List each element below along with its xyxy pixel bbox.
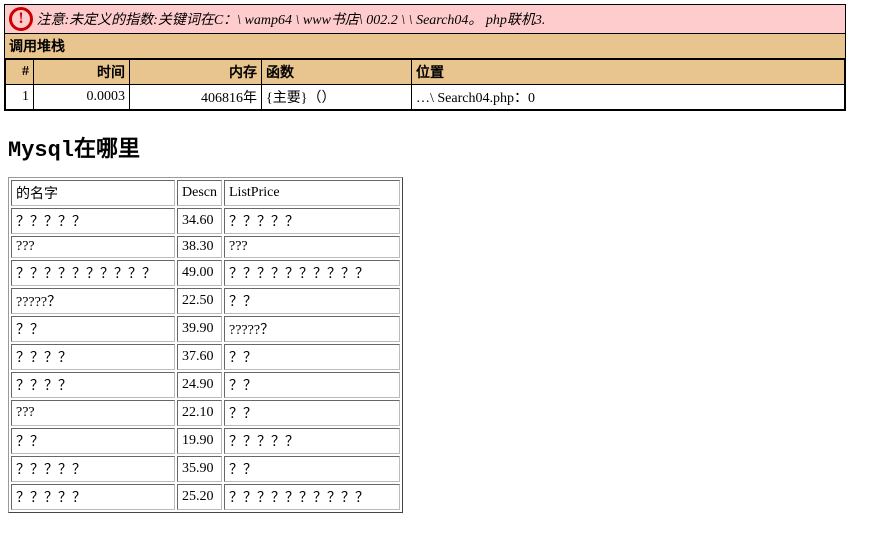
table-row: ？？19.90？？？？？ [11, 428, 400, 454]
result-cell-descn: 34.60 [177, 208, 222, 234]
result-cell-listprice: ？？？？？ [224, 208, 400, 234]
result-cell-descn: 37.60 [177, 344, 222, 370]
result-cell-descn: 25.20 [177, 484, 222, 510]
result-table: 的名字 Descn ListPrice ？？？？？34.60？？？？？???38… [8, 177, 403, 513]
result-cell-name: ??? [11, 400, 175, 426]
result-cell-listprice: ？？？？？ [224, 428, 400, 454]
call-stack-table: # 时间 内存 函数 位置 1 0.0003 406816年 {主要}（） …\… [5, 59, 845, 110]
table-row: ？？？？？25.20？？？？？？？？？？ [11, 484, 400, 510]
stack-header-mem: 内存 [130, 60, 262, 85]
result-cell-listprice: ？？？？？？？？？？ [224, 484, 400, 510]
result-cell-listprice: ？？ [224, 288, 400, 314]
result-cell-listprice: ??? [224, 236, 400, 258]
stack-cell-time: 0.0003 [34, 85, 130, 110]
result-header-name: 的名字 [11, 180, 175, 206]
table-row: ？？？？24.90？？ [11, 372, 400, 398]
page-title: Mysql在哪里 [8, 131, 878, 163]
stack-cell-func: {主要}（） [262, 85, 412, 110]
result-header-listprice: ListPrice [224, 180, 400, 206]
table-row: ???38.30??? [11, 236, 400, 258]
result-cell-descn: 35.90 [177, 456, 222, 482]
result-cell-listprice: ？？ [224, 372, 400, 398]
result-cell-listprice: ？？ [224, 456, 400, 482]
table-row: ？？？？37.60？？ [11, 344, 400, 370]
result-cell-descn: 24.90 [177, 372, 222, 398]
error-message: 注意:未定义的指数:关键词在C：\ wamp64 \ www书店\ 002.2 … [37, 13, 546, 28]
stack-header-time: 时间 [34, 60, 130, 85]
table-row: ？？39.90?????？ [11, 316, 400, 342]
table-row: ？？？？？？？？？？49.00？？？？？？？？？？ [11, 260, 400, 286]
error-header: ! 注意:未定义的指数:关键词在C：\ wamp64 \ www书店\ 002.… [5, 5, 845, 34]
result-cell-name: ？？ [11, 316, 175, 342]
stack-title: 调用堆栈 [5, 34, 845, 59]
result-cell-name: ？？？？？ [11, 456, 175, 482]
table-row: ?????？22.50？？ [11, 288, 400, 314]
result-cell-name: ?????？ [11, 288, 175, 314]
table-row: ？？？？？35.90？？ [11, 456, 400, 482]
result-cell-listprice: ？？？？？？？？？？ [224, 260, 400, 286]
stack-header-loc: 位置 [412, 60, 845, 85]
stack-cell-loc: …\ Search04.php：0 [412, 85, 845, 110]
result-cell-name: ？？？？？ [11, 484, 175, 510]
stack-header-func: 函数 [262, 60, 412, 85]
result-header-descn: Descn [177, 180, 222, 206]
result-cell-listprice: ?????？ [224, 316, 400, 342]
result-cell-name: ？？？？ [11, 372, 175, 398]
php-error-box: ! 注意:未定义的指数:关键词在C：\ wamp64 \ www书店\ 002.… [4, 4, 846, 111]
result-cell-descn: 38.30 [177, 236, 222, 258]
result-cell-descn: 49.00 [177, 260, 222, 286]
result-cell-listprice: ？？ [224, 344, 400, 370]
table-row: ???22.10？？ [11, 400, 400, 426]
error-icon: ! [9, 7, 33, 31]
result-cell-name: ？？？？？ [11, 208, 175, 234]
result-cell-descn: 39.90 [177, 316, 222, 342]
result-cell-name: ？？ [11, 428, 175, 454]
error-icon-wrap: ! [9, 7, 33, 31]
stack-cell-mem: 406816年 [130, 85, 262, 110]
stack-header-num: # [6, 60, 34, 85]
result-cell-listprice: ？？ [224, 400, 400, 426]
result-cell-name: ？？？？ [11, 344, 175, 370]
result-cell-name: ？？？？？？？？？？ [11, 260, 175, 286]
stack-row: 1 0.0003 406816年 {主要}（） …\ Search04.php：… [6, 85, 845, 110]
table-row: ？？？？？34.60？？？？？ [11, 208, 400, 234]
stack-cell-num: 1 [6, 85, 34, 110]
result-cell-descn: 19.90 [177, 428, 222, 454]
result-cell-name: ??? [11, 236, 175, 258]
result-cell-descn: 22.50 [177, 288, 222, 314]
result-cell-descn: 22.10 [177, 400, 222, 426]
